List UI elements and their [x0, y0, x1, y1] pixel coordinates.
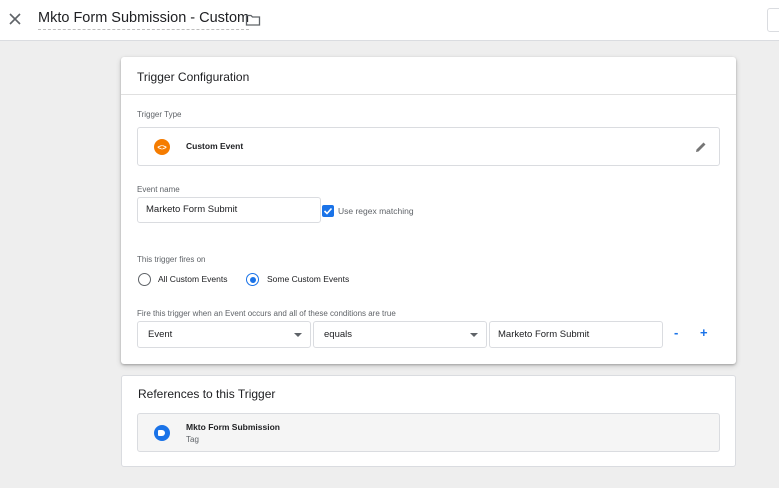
conditions-label: Fire this trigger when an Event occurs a… [137, 309, 396, 318]
card-title: Trigger Configuration [137, 70, 250, 84]
trigger-type-label: Trigger Type [137, 110, 182, 119]
regex-checkbox[interactable] [322, 205, 334, 217]
condition-operator-select[interactable]: equals [313, 321, 487, 348]
close-icon[interactable] [6, 10, 24, 28]
card-title: References to this Trigger [138, 387, 276, 401]
radio-label-all: All Custom Events [158, 274, 228, 284]
trigger-configuration-card: Trigger Configuration Trigger Type <> Cu… [121, 57, 736, 364]
event-name-input[interactable]: Marketo Form Submit [137, 197, 321, 223]
save-button[interactable] [767, 8, 779, 32]
condition-variable-value: Event [148, 329, 173, 340]
radio-label-some: Some Custom Events [267, 274, 350, 284]
add-condition-button[interactable]: + [700, 325, 708, 340]
chevron-down-icon [470, 333, 478, 337]
condition-value-input[interactable]: Marketo Form Submit [489, 321, 663, 348]
reference-name: Mkto Form Submission [186, 422, 280, 432]
custom-event-icon: <> [154, 139, 170, 155]
reference-type: Tag [186, 435, 199, 444]
chevron-down-icon [294, 333, 302, 337]
regex-label: Use regex matching [338, 206, 414, 216]
divider [121, 94, 736, 95]
top-bar: Mkto Form Submission - Custom [0, 0, 779, 41]
radio-some-custom-events[interactable] [246, 273, 259, 286]
trigger-type-selector[interactable]: <> Custom Event [137, 127, 720, 166]
remove-condition-button[interactable]: - [674, 325, 678, 340]
pencil-icon[interactable] [694, 140, 708, 154]
condition-variable-select[interactable]: Event [137, 321, 311, 348]
trigger-type-value: Custom Event [186, 141, 244, 151]
reference-item[interactable]: Mkto Form Submission Tag [137, 413, 720, 452]
condition-operator-value: equals [324, 329, 352, 340]
event-name-label: Event name [137, 185, 180, 194]
trigger-name-title[interactable]: Mkto Form Submission - Custom [38, 10, 250, 30]
references-card: References to this Trigger Mkto Form Sub… [121, 375, 736, 467]
folder-icon[interactable] [245, 12, 261, 28]
tag-icon [154, 425, 170, 441]
check-icon [323, 207, 333, 215]
radio-all-custom-events[interactable] [138, 273, 151, 286]
fires-on-label: This trigger fires on [137, 255, 206, 264]
